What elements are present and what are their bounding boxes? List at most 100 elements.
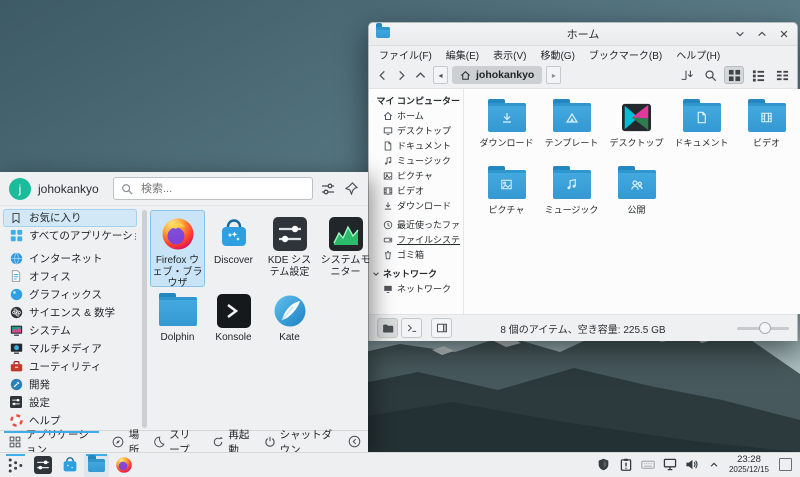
split-view-icon[interactable]: [676, 66, 696, 84]
maximize-icon[interactable]: [755, 28, 768, 41]
category-all-applications[interactable]: すべてのアプリケーション: [3, 227, 137, 245]
place-videos[interactable]: ビデオ: [372, 183, 460, 198]
place-trash[interactable]: ゴミ箱: [372, 247, 460, 262]
file-desktop[interactable]: デスクトップ: [604, 101, 669, 168]
forward-icon[interactable]: [393, 66, 410, 84]
file-templates[interactable]: テンプレート: [539, 101, 604, 168]
window-controls: [733, 28, 790, 41]
pin-icon[interactable]: [343, 181, 359, 197]
menu-file[interactable]: ファイル(F): [372, 47, 439, 62]
security-shield-icon[interactable]: [597, 458, 611, 472]
file-public[interactable]: 公開: [604, 168, 669, 235]
places-section-computer[interactable]: マイ コンピューター: [372, 93, 460, 108]
panel-toggle[interactable]: [431, 318, 452, 338]
search-box[interactable]: [113, 177, 313, 200]
file-documents[interactable]: ドキュメント: [669, 101, 734, 168]
place-music[interactable]: ミュージック: [372, 153, 460, 168]
place-recent[interactable]: 最近使ったファ…: [372, 217, 460, 232]
show-desktop-button[interactable]: [779, 458, 792, 471]
file-music[interactable]: ミュージック: [539, 168, 604, 235]
tray-expander-icon[interactable]: [707, 458, 721, 472]
place-documents[interactable]: ドキュメント: [372, 138, 460, 153]
category-scrollbar[interactable]: [140, 208, 149, 430]
filter-search-icon[interactable]: [700, 66, 720, 84]
category-multimedia[interactable]: マルチメディア: [3, 339, 137, 357]
breadcrumb[interactable]: johokankyo: [452, 66, 542, 84]
keyboard-layout-icon[interactable]: [641, 458, 655, 472]
details-view-icon[interactable]: [748, 66, 768, 84]
place-pictures[interactable]: ピクチャ: [372, 168, 460, 183]
app-tile-systemmonitor[interactable]: システムモニター: [318, 210, 373, 287]
task-firefox[interactable]: [111, 454, 136, 477]
icons-view-icon[interactable]: [724, 66, 744, 84]
task-discover[interactable]: [57, 454, 82, 477]
category-favorites[interactable]: お気に入り: [3, 209, 137, 227]
application-launcher-button[interactable]: [3, 454, 28, 477]
category-list: お気に入り すべてのアプリケーション インターネット オフィス グラフィックス: [0, 208, 140, 430]
kate-icon: [271, 293, 309, 329]
menu-go[interactable]: 移動(G): [533, 47, 581, 62]
kde-menu-icon: [7, 457, 24, 474]
zoom-slider[interactable]: [737, 319, 789, 337]
category-office[interactable]: オフィス: [3, 267, 137, 285]
minimize-icon[interactable]: [733, 28, 746, 41]
places-section-network[interactable]: ネットワーク: [372, 266, 460, 281]
tab-applications[interactable]: アプリケーション: [0, 431, 103, 452]
back-icon[interactable]: [374, 66, 391, 84]
file-downloads[interactable]: ダウンロード: [474, 101, 539, 168]
file-pictures[interactable]: ピクチャ: [474, 168, 539, 235]
place-downloads[interactable]: ダウンロード: [372, 198, 460, 213]
globe-icon: [9, 251, 23, 265]
category-science-math[interactable]: サイエンス & 数学: [3, 303, 137, 321]
digital-clock[interactable]: 23:28 2025/12/15: [729, 455, 769, 474]
volume-icon[interactable]: [685, 458, 699, 472]
compact-view-icon[interactable]: [772, 66, 792, 84]
file-videos[interactable]: ビデオ: [734, 101, 799, 168]
menu-bookmarks[interactable]: ブックマーク(B): [582, 47, 669, 62]
app-tile-discover[interactable]: Discover: [206, 210, 261, 287]
clipboard-icon[interactable]: [619, 458, 633, 472]
category-internet[interactable]: インターネット: [3, 249, 137, 267]
place-network[interactable]: ネットワーク: [372, 281, 460, 296]
app-tile-kate[interactable]: Kate: [262, 287, 317, 364]
breadcrumb-back-toggle[interactable]: ◂: [433, 66, 448, 84]
home-icon: [382, 110, 393, 121]
tab-places[interactable]: 場所: [103, 431, 153, 452]
configure-icon[interactable]: [320, 181, 336, 197]
avatar[interactable]: j: [9, 178, 31, 200]
network-monitor-icon[interactable]: [663, 458, 677, 472]
lifebuoy-icon: [9, 413, 23, 427]
zoom-slider-knob[interactable]: [759, 322, 771, 334]
folder-pictures-icon: [488, 170, 526, 199]
app-tile-firefox[interactable]: Firefox ウェブ・ブラウザ: [150, 210, 205, 287]
app-tile-systemsettings[interactable]: KDE システム設定: [262, 210, 317, 287]
category-settings[interactable]: 設定: [3, 393, 137, 411]
place-desktop[interactable]: デスクトップ: [372, 123, 460, 138]
folder-public-icon: [618, 170, 656, 199]
task-systemsettings[interactable]: [30, 454, 55, 477]
leave-more-icon[interactable]: [348, 435, 361, 448]
category-development[interactable]: 開発: [3, 375, 137, 393]
places-panel-toggle[interactable]: [377, 318, 398, 338]
category-graphics[interactable]: グラフィックス: [3, 285, 137, 303]
up-icon[interactable]: [412, 66, 429, 84]
scrollbar-thumb[interactable]: [142, 210, 147, 428]
menu-help[interactable]: ヘルプ(H): [669, 47, 727, 62]
menu-edit[interactable]: 編集(E): [439, 47, 486, 62]
application-launcher-popup: j johokankyo お気に入り すべてのアプリケーション: [0, 172, 368, 452]
terminal-panel-toggle[interactable]: [401, 318, 422, 338]
app-tile-dolphin[interactable]: Dolphin: [150, 287, 205, 364]
dolphin-window: ホーム ファイル(F) 編集(E) 表示(V) 移動(G) ブックマーク(B) …: [368, 22, 798, 341]
place-home[interactable]: ホーム: [372, 108, 460, 123]
breadcrumb-next[interactable]: ▸: [546, 66, 561, 84]
menu-view[interactable]: 表示(V): [486, 47, 533, 62]
task-dolphin[interactable]: [84, 454, 109, 477]
search-icon: [119, 181, 135, 197]
place-filesystem[interactable]: ファイルシステム: [372, 232, 460, 247]
close-icon[interactable]: [777, 28, 790, 41]
search-input[interactable]: [139, 182, 307, 196]
category-utilities[interactable]: ユーティリティ: [3, 357, 137, 375]
category-system[interactable]: システム: [3, 321, 137, 339]
titlebar[interactable]: ホーム: [369, 23, 797, 46]
app-tile-konsole[interactable]: Konsole: [206, 287, 261, 364]
